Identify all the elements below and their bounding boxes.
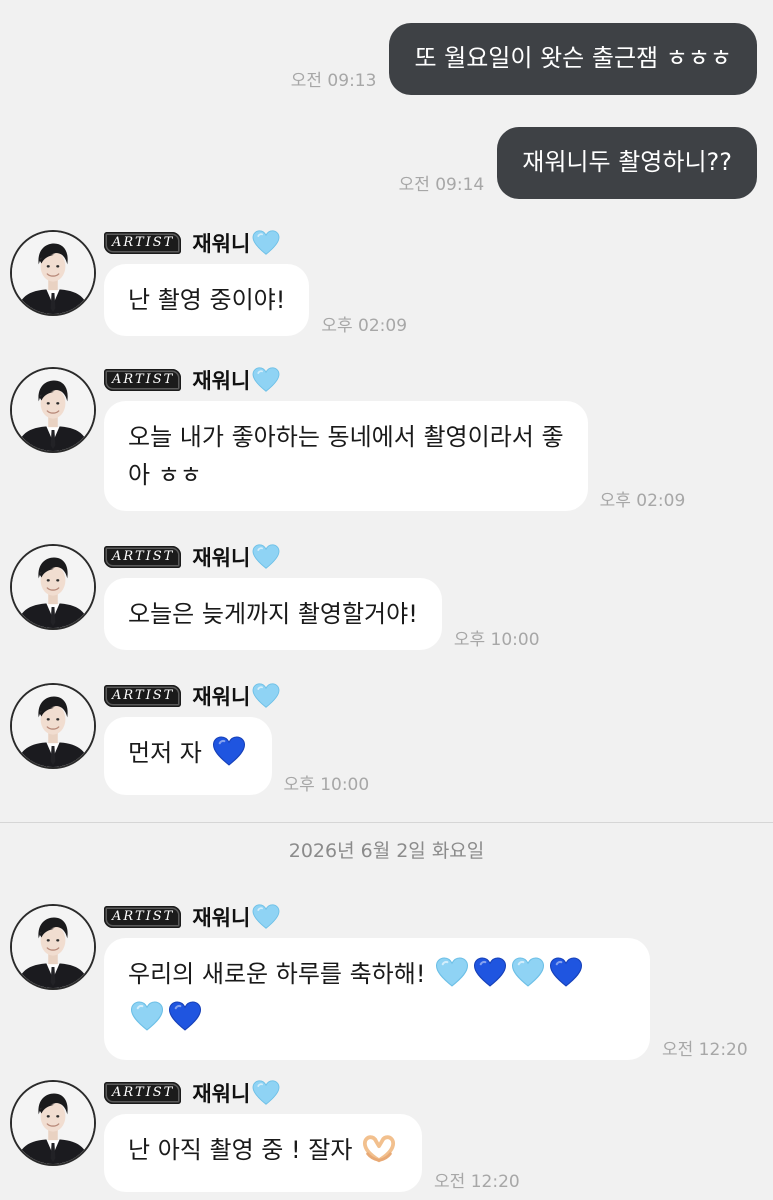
- date-divider-line: [0, 822, 773, 823]
- message-text-line: 오늘 내가 좋아하는 동네에서 촬영이라서 좋: [128, 423, 564, 451]
- profile-avatar[interactable]: [10, 1080, 96, 1166]
- artist-badge: ARTIST: [104, 685, 182, 707]
- sender-header: ARTIST 재워니: [104, 229, 280, 257]
- sender-name: 재워니: [192, 906, 251, 930]
- blue-heart-icon: [212, 736, 246, 778]
- message-row: 난 촬영 중이야! 오후 02:09: [104, 264, 407, 336]
- message-time: 오후 02:09: [599, 491, 686, 511]
- profile-avatar[interactable]: [10, 683, 96, 769]
- message-time: 오후 10:00: [453, 630, 540, 650]
- sender-name: 재워니: [192, 546, 251, 570]
- sender-header: ARTIST 재워니: [104, 682, 280, 710]
- message-text: 오늘은 늦게까지 촬영할거야!: [128, 600, 418, 628]
- artist-badge: ARTIST: [104, 369, 182, 391]
- sender-header: ARTIST 재워니: [104, 903, 280, 931]
- incoming-bubble[interactable]: 난 촬영 중이야!: [104, 264, 310, 336]
- light-blue-heart-icon: [511, 957, 545, 999]
- outgoing-bubble[interactable]: 재워니두 촬영하니??: [497, 127, 757, 199]
- sender-header: ARTIST 재워니: [104, 366, 280, 394]
- light-blue-heart-icon: [252, 544, 280, 570]
- message-text: 난 촬영 중이야!: [128, 286, 286, 314]
- profile-avatar[interactable]: [10, 544, 96, 630]
- light-blue-heart-icon: [252, 904, 280, 930]
- light-blue-heart-icon: [252, 683, 280, 709]
- message-time: 오전 12:20: [662, 1040, 748, 1060]
- incoming-bubble[interactable]: 난 아직 촬영 중 ! 잘자: [104, 1114, 423, 1192]
- artist-badge: ARTIST: [104, 546, 182, 568]
- message-row: 오늘 내가 좋아하는 동네에서 촬영이라서 좋 아 ㅎㅎ 오후 02:09: [104, 401, 685, 511]
- incoming-bubble[interactable]: 먼저 자: [104, 717, 272, 795]
- date-separator: 2026년 6월 2일 화요일: [288, 840, 485, 862]
- sender-name: 재워니: [192, 1082, 251, 1106]
- sender-name: 재워니: [192, 685, 251, 709]
- message-time: 오후 10:00: [283, 775, 370, 795]
- message-text: 난 아직 촬영 중 ! 잘자: [128, 1136, 353, 1164]
- sender-header: ARTIST 재워니: [104, 1079, 280, 1107]
- artist-badge: ARTIST: [104, 232, 182, 254]
- blue-heart-icon: [168, 1001, 202, 1043]
- message-row: 먼저 자 오후 10:00: [104, 717, 369, 795]
- outgoing-message: 오전 09:13 또 월요일이 왓슨 출근잼 ㅎㅎㅎ: [291, 23, 757, 95]
- sender-name: 재워니: [192, 369, 251, 393]
- blue-heart-icon: [473, 957, 507, 999]
- artist-badge: ARTIST: [104, 906, 182, 928]
- message-row: 우리의 새로운 하루를 축하해! 오전 12:20: [104, 938, 748, 1060]
- light-blue-heart-icon: [252, 1080, 280, 1106]
- outgoing-message: 오전 09:14 재워니두 촬영하니??: [399, 127, 757, 199]
- message-time: 오전 09:13: [290, 71, 377, 91]
- message-row: 오늘은 늦게까지 촬영할거야! 오후 10:00: [104, 578, 540, 650]
- incoming-bubble[interactable]: 오늘은 늦게까지 촬영할거야!: [104, 578, 442, 650]
- message-time: 오전 09:14: [398, 175, 485, 195]
- incoming-bubble[interactable]: 오늘 내가 좋아하는 동네에서 촬영이라서 좋 아 ㅎㅎ: [104, 401, 588, 511]
- profile-avatar[interactable]: [10, 367, 96, 453]
- chat-screen: 오전 09:13 또 월요일이 왓슨 출근잼 ㅎㅎㅎ 오전 09:14 재워니두…: [0, 0, 773, 1200]
- incoming-bubble[interactable]: 우리의 새로운 하루를 축하해!: [104, 938, 650, 1060]
- message-time: 오전 12:20: [434, 1172, 520, 1192]
- message-text-line: 아 ㅎㅎ: [128, 461, 202, 489]
- profile-avatar[interactable]: [10, 230, 96, 316]
- outgoing-bubble[interactable]: 또 월요일이 왓슨 출근잼 ㅎㅎㅎ: [389, 23, 757, 95]
- artist-badge: ARTIST: [104, 1082, 182, 1104]
- sender-name: 재워니: [192, 232, 251, 256]
- light-blue-heart-icon: [435, 957, 469, 999]
- sender-header: ARTIST 재워니: [104, 543, 280, 571]
- light-blue-heart-icon: [130, 1001, 164, 1043]
- light-blue-heart-icon: [252, 230, 280, 256]
- message-time: 오후 02:09: [321, 316, 408, 336]
- message-text: 먼저 자: [128, 739, 202, 767]
- message-text: 우리의 새로운 하루를 축하해!: [128, 960, 426, 988]
- blue-heart-icon: [549, 957, 583, 999]
- heart-hands-icon: [362, 1134, 396, 1175]
- profile-avatar[interactable]: [10, 904, 96, 990]
- message-row: 난 아직 촬영 중 ! 잘자 오전 12:20: [104, 1114, 520, 1192]
- light-blue-heart-icon: [252, 367, 280, 393]
